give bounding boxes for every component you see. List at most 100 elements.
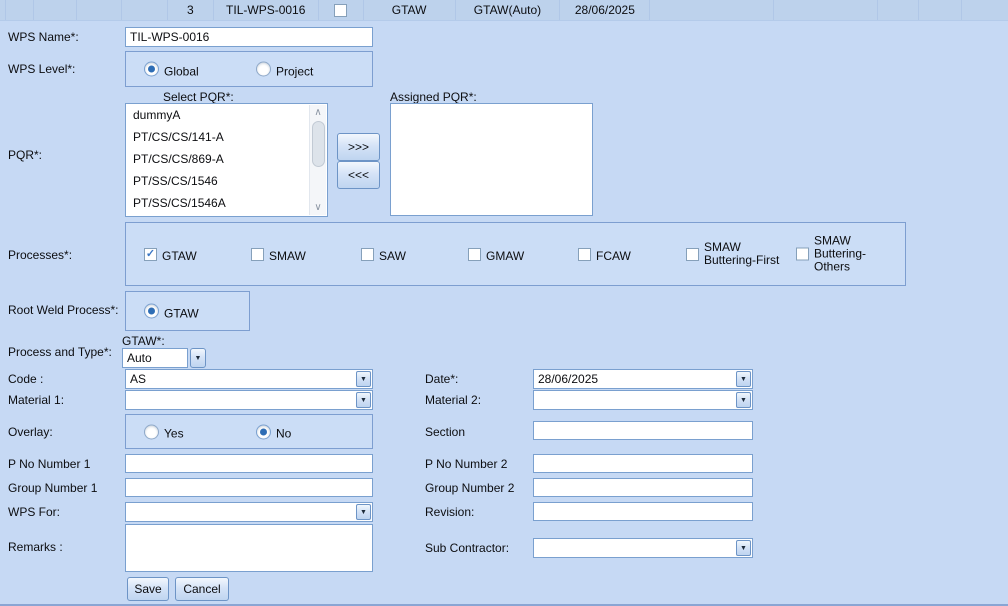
- smaw-buttering-first-label: SMAW Buttering-First: [704, 241, 782, 267]
- wps-form-page: 3 TIL-WPS-0016 GTAW GTAW(Auto) 28/06/202…: [0, 0, 1008, 606]
- material2-dropdown-arrow-icon[interactable]: ▼: [736, 392, 751, 408]
- project-radio[interactable]: [256, 62, 271, 77]
- process-type-dropdown[interactable]: Auto: [122, 348, 188, 368]
- p-no-number-2-input[interactable]: [533, 454, 753, 473]
- smaw-buttering-others-checkbox[interactable]: [796, 248, 809, 261]
- pqr-list-item[interactable]: PT/SS/CS/1546A: [126, 192, 327, 214]
- wps-name-input[interactable]: [125, 27, 373, 47]
- cancel-button[interactable]: Cancel: [175, 577, 229, 601]
- smaw-checkbox-label: SMAW: [269, 249, 306, 263]
- smaw-buttering-first-checkbox[interactable]: [686, 248, 699, 261]
- gmaw-checkbox[interactable]: [468, 248, 481, 261]
- wps-level-option-project[interactable]: Project: [256, 62, 313, 77]
- overlay-panel: Yes No: [125, 414, 373, 449]
- process-option-smaw-buttering-others[interactable]: SMAW Buttering-Others: [796, 235, 874, 274]
- saw-checkbox[interactable]: [361, 248, 374, 261]
- overlay-option-yes[interactable]: Yes: [144, 424, 184, 439]
- group-number-2-input[interactable]: [533, 478, 753, 497]
- grid-cell: [77, 0, 122, 20]
- grid-cell-serial: 3: [168, 0, 214, 20]
- section-label: Section: [425, 425, 465, 439]
- material2-dropdown[interactable]: ▼: [533, 390, 753, 410]
- project-radio-label: Project: [276, 64, 313, 78]
- pqr-list-item[interactable]: PT/CS/CS/869-A: [126, 148, 327, 170]
- grid-cell: [650, 0, 774, 20]
- material2-label: Material 2:: [425, 393, 481, 407]
- overlay-yes-label: Yes: [164, 427, 184, 441]
- gtaw-checkbox[interactable]: [144, 248, 157, 261]
- gtaw-checkbox-label: GTAW: [162, 249, 197, 263]
- material1-dropdown[interactable]: ▼: [125, 390, 373, 410]
- overlay-no-label: No: [276, 427, 291, 441]
- pqr-list-item[interactable]: dummyA: [126, 104, 327, 126]
- grid-cell: [34, 0, 77, 20]
- grid-cell: [122, 0, 168, 20]
- wps-name-label: WPS Name*:: [8, 30, 79, 44]
- gmaw-checkbox-label: GMAW: [486, 249, 524, 263]
- material1-dropdown-arrow-icon[interactable]: ▼: [356, 392, 371, 408]
- code-dropdown-arrow-icon[interactable]: ▼: [356, 371, 371, 387]
- process-option-fcaw[interactable]: FCAW: [578, 247, 631, 261]
- fcaw-checkbox[interactable]: [578, 248, 591, 261]
- wps-for-dropdown-arrow-icon[interactable]: ▼: [356, 504, 371, 520]
- smaw-buttering-others-label: SMAW Buttering-Others: [814, 235, 874, 274]
- smaw-checkbox[interactable]: [251, 248, 264, 261]
- root-weld-process-label: Root Weld Process*:: [8, 303, 119, 317]
- overlay-no-radio[interactable]: [256, 424, 271, 439]
- record-grid-row[interactable]: 3 TIL-WPS-0016 GTAW GTAW(Auto) 28/06/202…: [0, 0, 1008, 21]
- date-dropdown[interactable]: 28/06/2025 ▼: [533, 369, 753, 389]
- wps-for-dropdown[interactable]: ▼: [125, 502, 373, 522]
- code-dropdown[interactable]: AS ▼: [125, 369, 373, 389]
- overlay-yes-radio[interactable]: [144, 424, 159, 439]
- assigned-pqr-label: Assigned PQR*:: [390, 90, 477, 104]
- scroll-up-icon[interactable]: ∧: [310, 105, 326, 120]
- move-right-button[interactable]: >>>: [337, 133, 380, 161]
- fcaw-checkbox-label: FCAW: [596, 249, 631, 263]
- p-no-number-2-label: P No Number 2: [425, 457, 507, 471]
- process-option-smaw[interactable]: SMAW: [251, 247, 306, 261]
- grid-cell-date: 28/06/2025: [560, 0, 650, 20]
- grid-cell: [878, 0, 919, 20]
- date-dropdown-arrow-icon[interactable]: ▼: [736, 371, 751, 387]
- remarks-label: Remarks :: [8, 540, 63, 554]
- pqr-label: PQR*:: [8, 148, 42, 162]
- process-and-type-label: Process and Type*:: [8, 345, 112, 359]
- assigned-pqr-listbox[interactable]: [390, 103, 593, 216]
- scrollbar-thumb[interactable]: [312, 121, 325, 167]
- code-value: AS: [130, 372, 352, 386]
- save-button[interactable]: Save: [127, 577, 169, 601]
- global-radio[interactable]: [144, 62, 159, 77]
- group-number-1-label: Group Number 1: [8, 481, 97, 495]
- processes-panel: GTAW SMAW SAW GMAW FCAW SMAW Buttering-F…: [125, 222, 906, 286]
- wps-level-panel: Global Project: [125, 51, 373, 87]
- root-weld-option-gtaw[interactable]: GTAW: [144, 304, 199, 319]
- process-option-smaw-buttering-first[interactable]: SMAW Buttering-First: [686, 241, 782, 267]
- saw-checkbox-label: SAW: [379, 249, 406, 263]
- section-input[interactable]: [533, 421, 753, 440]
- process-option-saw[interactable]: SAW: [361, 247, 406, 261]
- root-weld-gtaw-label: GTAW: [164, 306, 199, 320]
- overlay-option-no[interactable]: No: [256, 424, 291, 439]
- scroll-down-icon[interactable]: ∨: [310, 200, 326, 215]
- select-pqr-listbox[interactable]: dummyA PT/CS/CS/141-A PT/CS/CS/869-A PT/…: [125, 103, 328, 217]
- pqr-list-item[interactable]: PT/CS/CS/141-A: [126, 126, 327, 148]
- remarks-textarea[interactable]: [125, 524, 373, 572]
- listbox-scrollbar[interactable]: ∧ ∨: [309, 105, 326, 215]
- move-left-button[interactable]: <<<: [337, 161, 380, 189]
- overlay-label: Overlay:: [8, 425, 53, 439]
- process-option-gmaw[interactable]: GMAW: [468, 247, 524, 261]
- processes-label: Processes*:: [8, 248, 72, 262]
- revision-input[interactable]: [533, 502, 753, 521]
- group-number-1-input[interactable]: [125, 478, 373, 497]
- root-weld-gtaw-radio[interactable]: [144, 304, 159, 319]
- wps-level-option-global[interactable]: Global: [144, 62, 199, 77]
- p-no-number-1-input[interactable]: [125, 454, 373, 473]
- global-radio-label: Global: [164, 64, 199, 78]
- pqr-list-item[interactable]: PT/SS/CS/1546: [126, 170, 327, 192]
- sub-contractor-dropdown-arrow-icon[interactable]: ▼: [736, 540, 751, 556]
- select-pqr-label: Select PQR*:: [163, 90, 234, 104]
- process-option-gtaw[interactable]: GTAW: [144, 247, 197, 261]
- row-select-checkbox[interactable]: [334, 4, 347, 17]
- sub-contractor-dropdown[interactable]: ▼: [533, 538, 753, 558]
- process-type-dropdown-arrow-icon[interactable]: ▼: [190, 348, 206, 368]
